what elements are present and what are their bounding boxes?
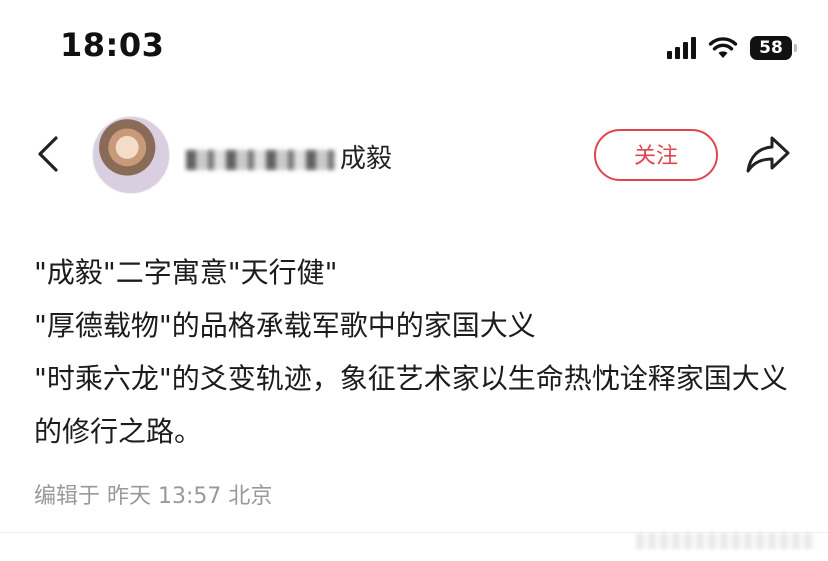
follow-button[interactable]: 关注	[594, 129, 718, 181]
screen: 18:03 58 成毅 关注 "成毅"二字寓意"天行健" "厚德载物"的品格承载…	[0, 0, 828, 561]
chevron-left-icon[interactable]	[30, 134, 70, 174]
post-line: "时乘六龙"的爻变轨迹，象征艺术家以生命热忱诠释家国大义的修行之路。	[34, 362, 788, 448]
avatar[interactable]	[92, 116, 170, 194]
username[interactable]: 成毅	[186, 138, 392, 175]
status-time: 18:03	[60, 26, 165, 64]
post-body: "成毅"二字寓意"天行健" "厚德载物"的品格承载军歌中的家国大义 "时乘六龙"…	[34, 246, 804, 458]
share-arrow-icon[interactable]	[744, 132, 792, 176]
battery-icon: 58	[750, 36, 797, 60]
redacted-username-part	[186, 149, 336, 170]
watermark	[636, 533, 816, 549]
edit-timestamp: 编辑于 昨天 13:57 北京	[34, 484, 273, 509]
post-line: "成毅"二字寓意"天行健"	[34, 256, 338, 289]
cellular-signal-icon	[667, 37, 696, 59]
username-visible: 成毅	[340, 144, 393, 174]
status-icons: 58	[667, 36, 797, 60]
wifi-icon	[708, 37, 738, 58]
post-line: "厚德载物"的品格承载军歌中的家国大义	[34, 309, 536, 342]
